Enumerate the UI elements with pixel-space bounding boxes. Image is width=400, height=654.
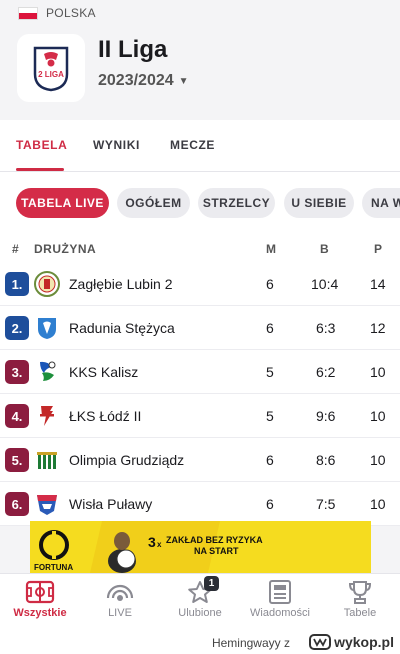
- table-row[interactable]: 1. Zagłębie Lubin 2 6 10:4 14: [0, 262, 400, 306]
- wykop-site-name: wykop.pl: [334, 634, 394, 650]
- country-row: POLSKA: [18, 6, 96, 20]
- wykop-footer: Hemingwayy z wykop.pl: [0, 633, 400, 654]
- goal-ratio: 6:2: [316, 364, 336, 380]
- svg-text:3: 3: [148, 534, 156, 550]
- fortuna-ad-banner[interactable]: FORTUNA 3 x ZAKŁAD BEZ RYZYKA NA START: [30, 521, 371, 573]
- active-tab-indicator: [16, 168, 64, 171]
- matches-played: 5: [266, 408, 274, 424]
- matches-played: 6: [266, 276, 274, 292]
- rank-badge: 4.: [5, 404, 29, 428]
- svg-text:NA START: NA START: [194, 546, 239, 556]
- wisla-pulawy-crest-icon: [37, 495, 57, 515]
- goal-ratio: 7:5: [316, 496, 336, 512]
- svg-text:x: x: [157, 540, 162, 549]
- season-label: 2023/2024: [98, 72, 174, 89]
- team-name: ŁKS Łódź II: [69, 408, 142, 424]
- tab-tabela[interactable]: TABELA: [16, 138, 67, 152]
- nav-label: LIVE: [108, 607, 132, 619]
- trophy-icon: [348, 581, 372, 604]
- nav-wiadomosci[interactable]: Wiadomości: [240, 580, 320, 619]
- filter-chips: TABELA LIVE OGÓŁEM STRZELCY U SIEBIE NA …: [0, 172, 400, 234]
- points: 10: [370, 496, 386, 512]
- nav-label: Tabele: [343, 607, 377, 619]
- olimpia-grudziadz-crest-icon: [37, 452, 57, 469]
- nav-ulubione[interactable]: 1 Ulubione: [160, 576, 240, 619]
- goal-ratio: 10:4: [311, 276, 339, 292]
- points: 14: [370, 276, 386, 292]
- table-row[interactable]: 4. ŁKS Łódź II 5 9:6 10: [0, 394, 400, 438]
- league-logo: 2 LIGA: [17, 34, 85, 102]
- matches-played: 6: [266, 452, 274, 468]
- chip-strzelcy[interactable]: STRZELCY: [198, 188, 275, 218]
- poland-flag-icon: [18, 6, 38, 20]
- svg-text:ZAKŁAD BEZ RYZYKA: ZAKŁAD BEZ RYZYKA: [166, 535, 263, 545]
- nav-wszystkie[interactable]: Wszystkie: [0, 580, 80, 619]
- caret-down-icon: ▼: [178, 75, 189, 87]
- wykop-logo: wykop.pl: [309, 634, 394, 650]
- nav-label: Wiadomości: [250, 607, 310, 619]
- header-played: M: [266, 242, 277, 256]
- team-name: Zagłębie Lubin 2: [69, 276, 173, 292]
- matches-played: 6: [266, 320, 274, 336]
- kks-kalisz-crest-icon: [40, 361, 56, 381]
- chip-ogolem[interactable]: OGÓŁEM: [117, 188, 190, 218]
- table-row[interactable]: 6. Wisła Puławy 6 7:5 10: [0, 482, 400, 526]
- svg-text:FORTUNA: FORTUNA: [34, 563, 73, 572]
- live-icon: [106, 584, 134, 601]
- pitch-icon: [25, 580, 55, 604]
- nav-live[interactable]: LIVE: [80, 580, 160, 619]
- table-row[interactable]: 3. KKS Kalisz 5 6:2 10: [0, 350, 400, 394]
- points: 10: [370, 452, 386, 468]
- team-name: KKS Kalisz: [69, 364, 139, 380]
- rank-badge: 3.: [5, 360, 29, 384]
- chip-na-wyjezdzie[interactable]: NA W: [362, 188, 400, 218]
- tab-mecze[interactable]: MECZE: [170, 138, 215, 152]
- league-title: II Liga: [98, 36, 168, 63]
- team-name: Wisła Puławy: [69, 496, 153, 512]
- matches-played: 6: [266, 496, 274, 512]
- table-row[interactable]: 5. Olimpia Grudziądz 6 8:6 10: [0, 438, 400, 482]
- tab-bar: TABELA WYNIKI MECZE: [0, 120, 400, 172]
- country-name: POLSKA: [46, 6, 96, 20]
- goal-ratio: 9:6: [316, 408, 336, 424]
- zaglebie-lubin-crest-icon: [34, 271, 60, 297]
- tab-wyniki[interactable]: WYNIKI: [93, 138, 140, 152]
- rank-badge: 2.: [5, 316, 29, 340]
- header-rank: #: [12, 242, 20, 256]
- goal-ratio: 8:6: [316, 452, 336, 468]
- chip-u-siebie[interactable]: U SIEBIE: [284, 188, 354, 218]
- favorites-badge: 1: [204, 576, 219, 591]
- radunia-stezyca-crest-icon: [38, 318, 56, 339]
- ad-graphic: FORTUNA 3 x ZAKŁAD BEZ RYZYKA NA START: [30, 521, 371, 573]
- header-points: P: [374, 242, 383, 256]
- header-goals: B: [320, 242, 330, 256]
- table-header: # DRUŻYNA M B P: [0, 234, 400, 262]
- season-selector[interactable]: 2023/2024 ▼: [98, 72, 189, 90]
- nav-label: Ulubione: [178, 607, 222, 619]
- goal-ratio: 6:3: [316, 320, 336, 336]
- wykop-logo-icon: [309, 634, 332, 650]
- points: 12: [370, 320, 386, 336]
- nav-tabele[interactable]: Tabele: [320, 580, 400, 619]
- points: 10: [370, 364, 386, 380]
- points: 10: [370, 408, 386, 424]
- bottom-navigation: Wszystkie LIVE 1 Ulubione Wiadomości Tab…: [0, 573, 400, 633]
- rank-badge: 5.: [5, 448, 29, 472]
- author-username: Hemingwayy z: [211, 636, 290, 650]
- header-team: DRUŻYNA: [34, 242, 97, 256]
- news-icon: [269, 580, 291, 604]
- nav-label: Wszystkie: [13, 607, 67, 619]
- matches-played: 5: [266, 364, 274, 380]
- svg-text:2 LIGA: 2 LIGA: [38, 70, 64, 79]
- rank-badge: 6.: [5, 492, 29, 516]
- league-header: POLSKA 2 LIGA II Liga 2023/2024 ▼: [0, 0, 400, 120]
- team-name: Olimpia Grudziądz: [69, 452, 185, 468]
- team-name: Radunia Stężyca: [69, 320, 175, 336]
- lks-lodz-crest-icon: [40, 406, 54, 426]
- rank-badge: 1.: [5, 272, 29, 296]
- table-row[interactable]: 2. Radunia Stężyca 6 6:3 12: [0, 306, 400, 350]
- chip-tabela-live[interactable]: TABELA LIVE: [16, 188, 109, 218]
